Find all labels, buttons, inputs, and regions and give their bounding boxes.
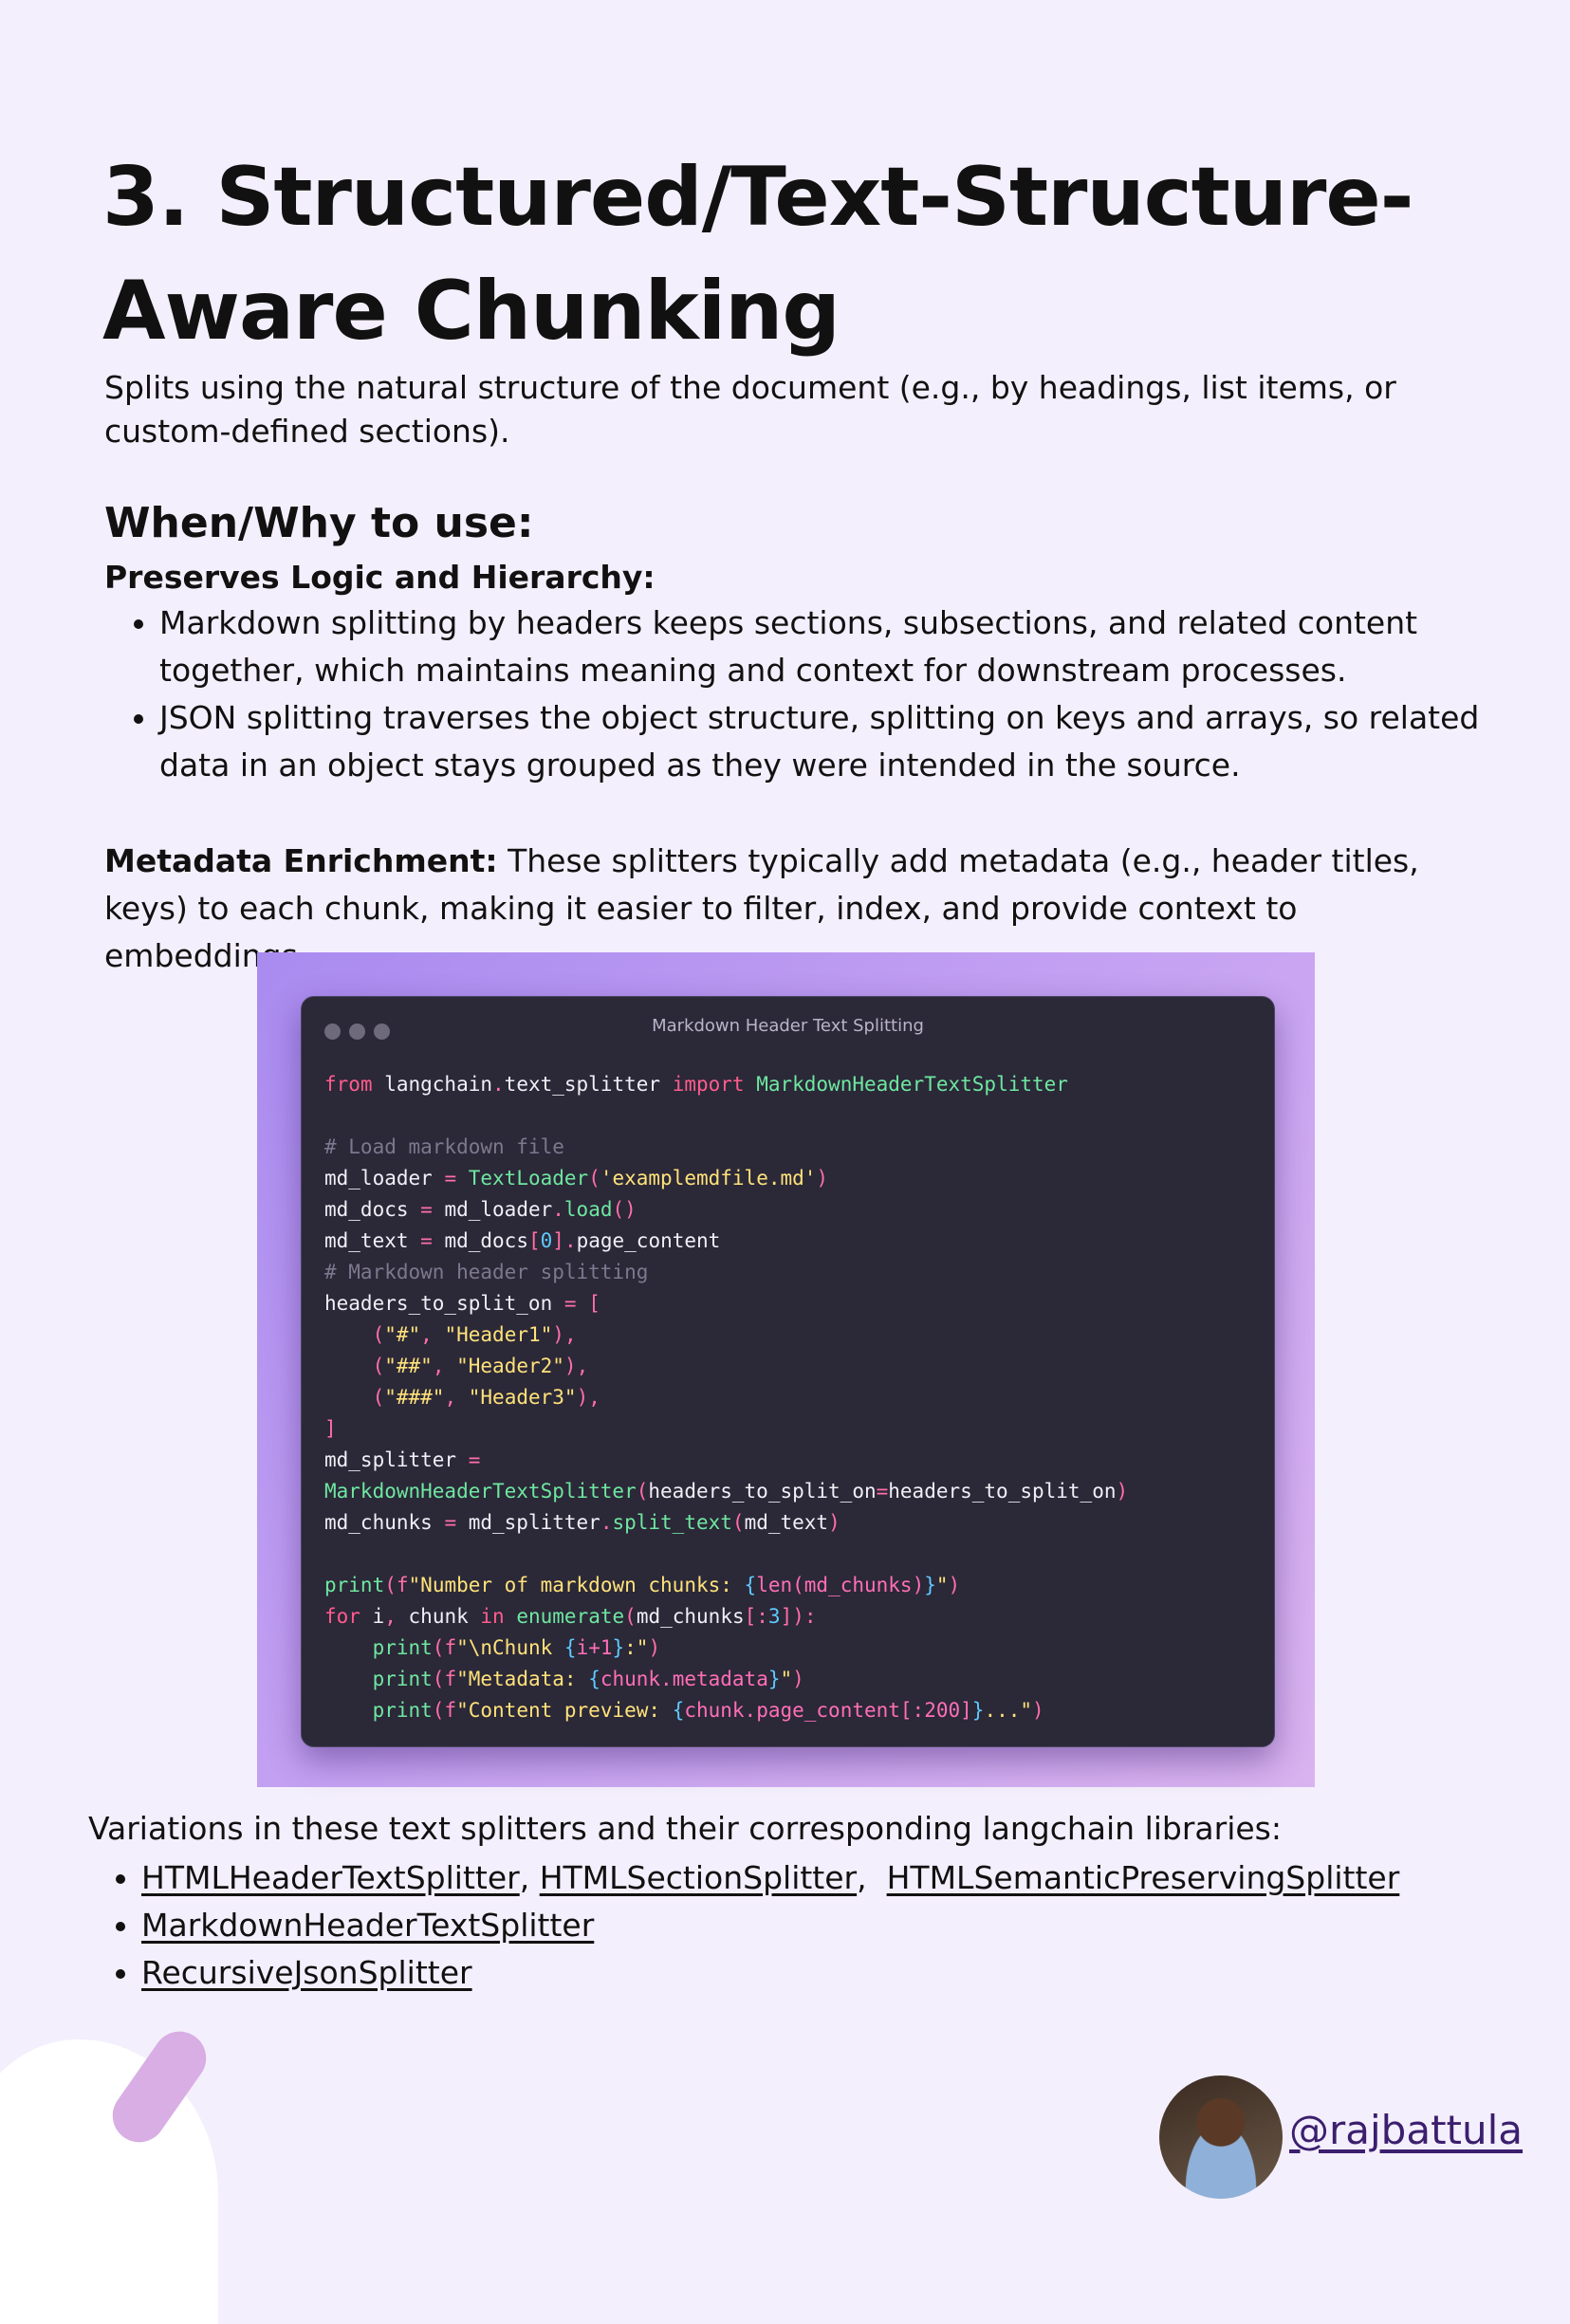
code-line: ("#", "Header1"), [372,1323,577,1346]
code-window-title: Markdown Header Text Splitting [652,1016,924,1036]
code-line: headers_to_split_on = [ [324,1292,600,1315]
avatar [1159,2075,1283,2199]
code-line: ] [324,1417,337,1440]
code-line: print(f"Metadata: {chunk.metadata}") [372,1668,804,1690]
variations-intro: Variations in these text splitters and t… [88,1810,1282,1847]
subtitle: Splits using the natural structure of th… [104,369,1396,450]
code-line: from langchain.text_splitter import Mark… [324,1073,1068,1096]
list-item: RecursiveJsonSplitter [141,1949,1526,1997]
splitter-list: HTMLHeaderTextSplitter, HTMLSectionSplit… [88,1854,1526,1997]
html-header-splitter-link[interactable]: HTMLHeaderTextSplitter [141,1859,520,1896]
list-item: HTMLHeaderTextSplitter, HTMLSectionSplit… [141,1854,1526,1902]
title-line-1: 3. Structured/Text-Structure- [102,150,1413,245]
code-line: # Markdown header splitting [324,1261,649,1283]
code-line: # Load markdown file [324,1135,564,1158]
code-line: ("##", "Header2"), [372,1355,589,1377]
code-line: md_docs = md_loader.load() [324,1198,637,1221]
code-line: md_text = md_docs[0].page_content [324,1229,721,1252]
code-line: md_splitter = [324,1448,481,1471]
code-line: for i, chunk in enumerate(md_chunks[:3])… [324,1605,817,1628]
code-line: print(f"\nChunk {i+1}:") [372,1636,661,1659]
code-line: MarkdownHeaderTextSplitter(headers_to_sp… [324,1480,1129,1503]
page: 3. Structured/Text-Structure- Aware Chun… [0,0,1570,2324]
preserves-logic-subheading: Preserves Logic and Hierarchy: [104,559,656,596]
code-line: print(f"Number of markdown chunks: {len(… [324,1574,961,1596]
code-screenshot: Markdown Header Text Splitting from lang… [257,952,1315,1787]
list-item: JSON splitting traverses the object stru… [159,694,1516,789]
metadata-label: Metadata Enrichment: [104,842,498,879]
title-line-2: Aware Chunking [102,264,840,359]
when-why-list: Markdown splitting by headers keeps sect… [104,599,1516,789]
code-block: from langchain.text_splitter import Mark… [324,1069,1128,1726]
markdown-header-splitter-link[interactable]: MarkdownHeaderTextSplitter [141,1907,594,1944]
code-window: Markdown Header Text Splitting from lang… [301,996,1275,1747]
code-line: ("###", "Header3"), [372,1386,600,1409]
code-line: print(f"Content preview: {chunk.page_con… [372,1699,1044,1722]
author-handle-link[interactable]: @rajbattula [1289,2104,1523,2157]
recursive-json-splitter-link[interactable]: RecursiveJsonSplitter [141,1954,472,1991]
list-item: MarkdownHeaderTextSplitter [141,1902,1526,1949]
list-item: Markdown splitting by headers keeps sect… [159,599,1516,694]
when-why-heading: When/Why to use: [104,499,534,547]
html-section-splitter-link[interactable]: HTMLSectionSplitter [540,1859,857,1896]
code-line: md_loader = TextLoader('examplemdfile.md… [324,1167,829,1190]
html-semantic-splitter-link[interactable]: HTMLSemanticPreservingSplitter [887,1859,1400,1896]
page-title: 3. Structured/Text-Structure- Aware Chun… [102,140,1487,368]
code-line: md_chunks = md_splitter.split_text(md_te… [324,1511,840,1534]
